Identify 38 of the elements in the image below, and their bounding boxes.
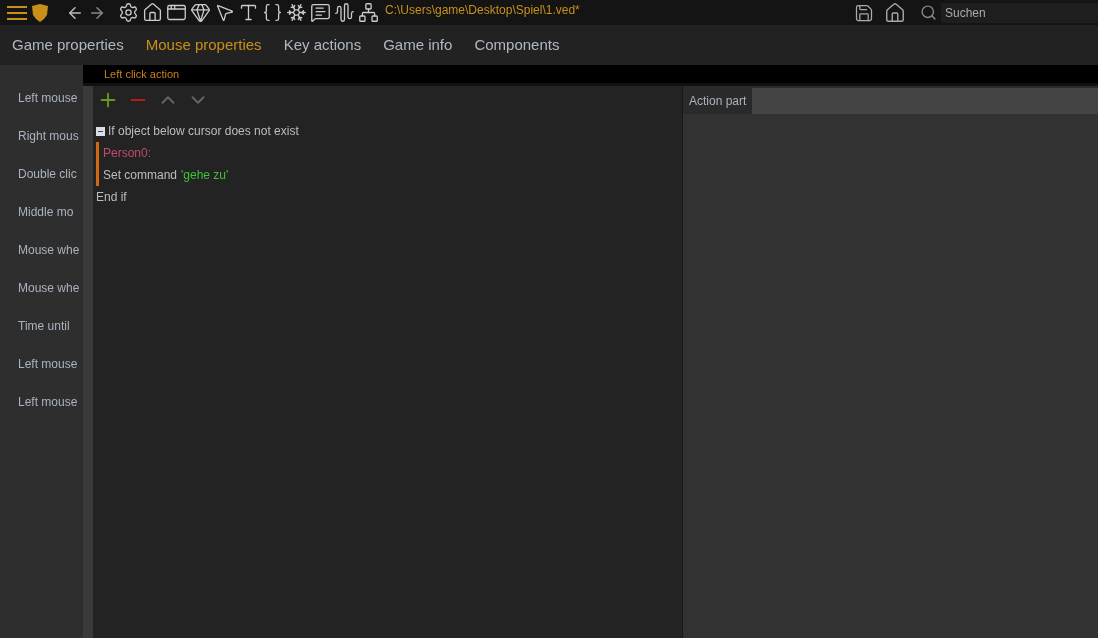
pointer-icon[interactable] [214, 2, 235, 23]
section-label: Action part [688, 93, 748, 110]
tab[interactable]: Mouse properties [145, 33, 262, 57]
command-argument: 'gehe zu' [181, 167, 229, 184]
tab[interactable]: Components [474, 33, 560, 57]
search-icon [920, 4, 937, 21]
snowflake-icon[interactable] [286, 2, 307, 23]
script-line: Set command [103, 167, 178, 184]
letter-icon[interactable] [238, 2, 259, 23]
gem-icon[interactable] [190, 2, 211, 23]
script-line: Person0: [103, 145, 152, 162]
waveform-icon[interactable] [334, 2, 355, 23]
property-label: Time until [18, 318, 71, 335]
settings-icon[interactable] [118, 2, 139, 23]
script-line: If object below cursor does not exist [108, 123, 299, 140]
house-icon[interactable] [142, 2, 163, 23]
search-field[interactable]: Suchen [941, 2, 1098, 23]
braces-icon[interactable] [262, 2, 283, 23]
property-label: Mouse whe [18, 242, 81, 259]
network-icon[interactable] [358, 2, 379, 23]
tab[interactable]: Game properties [12, 33, 124, 57]
tab[interactable]: Game info [383, 33, 453, 57]
window-icon[interactable] [166, 2, 187, 23]
property-label: Left mouse [18, 356, 79, 373]
property-label: Left mouse [18, 90, 79, 107]
property-label: Middle mo [18, 204, 75, 221]
property-label: Left mouse [18, 394, 79, 411]
dialog-title: Left click action [104, 66, 180, 82]
property-label: Double clic [18, 166, 78, 183]
tab[interactable]: Key actions [283, 33, 362, 57]
logo-icon [30, 2, 50, 23]
property-label: Right mous [18, 128, 80, 145]
speech-bubble-icon[interactable] [310, 2, 331, 23]
collapse-toggle[interactable] [96, 126, 105, 136]
property-label: Mouse whe [18, 280, 81, 297]
script-line: End if [96, 189, 127, 206]
file-path: C:\Users\game\Desktop\Spiel\1.ved* [385, 1, 580, 19]
menu-icon[interactable] [7, 4, 27, 21]
